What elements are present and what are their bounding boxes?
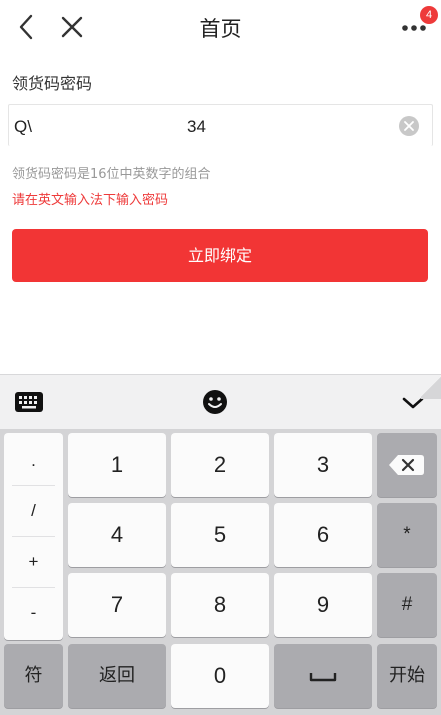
key-hash[interactable]: #: [377, 573, 437, 637]
key-5[interactable]: 5: [171, 503, 269, 567]
field-label: 领货码密码: [12, 74, 93, 93]
keyboard-icon[interactable]: [14, 391, 44, 413]
key-6[interactable]: 6: [274, 503, 372, 567]
back-key[interactable]: 返回: [68, 644, 166, 708]
space-key[interactable]: [274, 644, 372, 708]
key-2[interactable]: 2: [171, 433, 269, 497]
key-minus[interactable]: -: [4, 587, 63, 638]
key-3[interactable]: 3: [274, 433, 372, 497]
top-navigation-bar: 首页 4: [0, 0, 441, 54]
key-period[interactable]: .: [4, 435, 63, 486]
key-1[interactable]: 1: [68, 433, 166, 497]
key-4[interactable]: 4: [68, 503, 166, 567]
key-plus[interactable]: +: [4, 536, 63, 587]
clear-input-icon[interactable]: [399, 116, 419, 136]
warning-text: 请在英文输入法下输入密码: [12, 193, 169, 208]
symbol-mode-key[interactable]: 符: [4, 644, 63, 708]
input-text-prefix: Q\: [14, 117, 32, 136]
input-text-value: 34: [187, 117, 206, 136]
keyboard-skin-corner: [421, 375, 441, 399]
key-8[interactable]: 8: [171, 573, 269, 637]
hint-text: 领货码密码是16位中英数字的组合: [12, 167, 211, 182]
space-icon: [309, 673, 337, 682]
key-star[interactable]: *: [377, 503, 437, 567]
symbol-column: . / + -: [4, 433, 63, 640]
page-title: 首页: [199, 17, 242, 41]
code-input-field[interactable]: Q\ 34: [8, 104, 433, 146]
key-7[interactable]: 7: [68, 573, 166, 637]
notification-badge: 4: [420, 6, 438, 24]
backspace-key[interactable]: [377, 433, 437, 497]
bind-now-button[interactable]: 立即绑定: [12, 229, 428, 282]
start-key[interactable]: 开始: [377, 644, 437, 708]
key-9[interactable]: 9: [274, 573, 372, 637]
key-0[interactable]: 0: [171, 644, 269, 708]
keyboard-toolbar: [0, 374, 441, 429]
backspace-icon: [389, 455, 424, 475]
emoji-icon[interactable]: [202, 389, 228, 415]
key-slash[interactable]: /: [4, 485, 63, 536]
